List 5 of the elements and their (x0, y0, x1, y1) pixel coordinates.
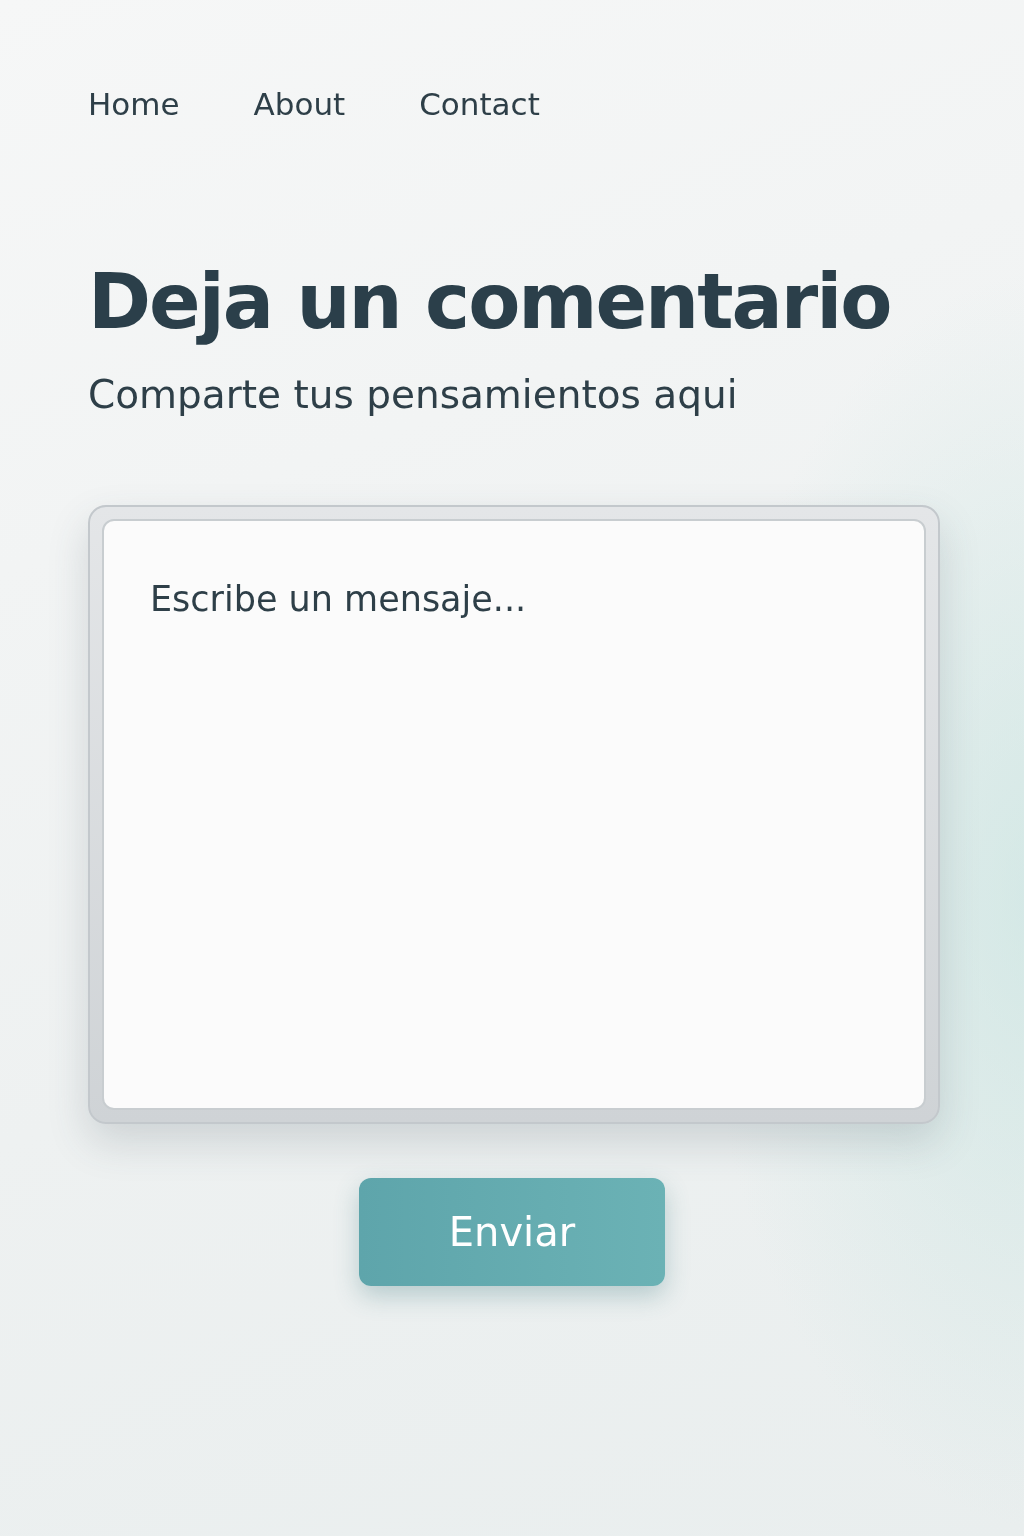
page-subtitle: Comparte tus pensamientos aqui (88, 371, 739, 419)
nav-link[interactable]: Contact (419, 86, 540, 122)
nav-link[interactable]: Home (88, 86, 180, 122)
message-field[interactable]: Escribe un mensaje... (88, 504, 940, 1124)
nav-link[interactable]: About (253, 86, 346, 122)
